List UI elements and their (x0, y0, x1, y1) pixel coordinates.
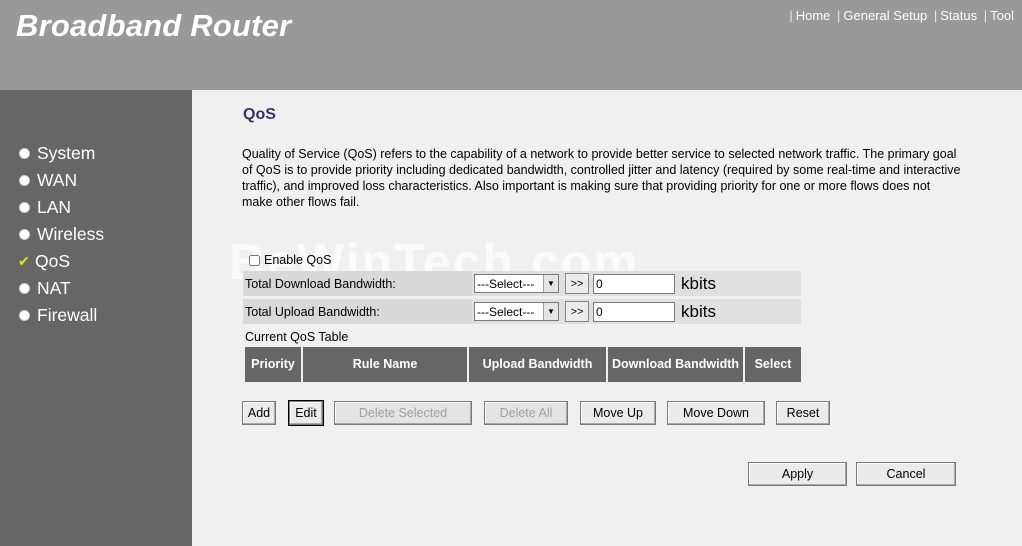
sidebar: System WAN LAN Wireless ✔ QoS NAT Firewa… (0, 90, 192, 546)
brand-title: Broadband Router (16, 8, 292, 43)
bullet-icon (19, 202, 30, 213)
download-bandwidth-select[interactable]: ---Select--- ▼ (474, 274, 559, 293)
apply-button[interactable]: Apply (748, 462, 847, 486)
column-header-download-bandwidth: Download Bandwidth (608, 347, 743, 382)
sidebar-item-label: System (37, 143, 96, 163)
sidebar-item-lan[interactable]: LAN (0, 194, 192, 221)
page-description: Quality of Service (QoS) refers to the c… (242, 147, 961, 209)
download-bandwidth-input[interactable] (593, 273, 675, 294)
sidebar-item-label: WAN (37, 170, 78, 190)
move-up-button[interactable]: Move Up (580, 401, 656, 425)
bullet-icon (19, 310, 30, 321)
cancel-button[interactable]: Cancel (856, 462, 956, 486)
sidebar-item-wireless[interactable]: Wireless (0, 221, 192, 248)
delete-selected-button[interactable]: Delete Selected (334, 401, 472, 425)
bullet-icon (19, 148, 30, 159)
sidebar-item-qos[interactable]: ✔ QoS (0, 248, 192, 275)
upload-bandwidth-input[interactable] (593, 301, 675, 322)
sidebar-item-system[interactable]: System (0, 140, 192, 167)
upload-bandwidth-select[interactable]: ---Select--- ▼ (474, 302, 559, 321)
sidebar-item-label: Wireless (37, 224, 105, 244)
main-content: QoS Quality of Service (QoS) refers to t… (192, 90, 1022, 546)
nav-tool-link[interactable]: Tool (990, 8, 1014, 23)
edit-button[interactable]: Edit (288, 400, 324, 426)
upload-bandwidth-label: Total Upload Bandwidth: (245, 304, 380, 319)
column-header-rule-name: Rule Name (303, 347, 467, 382)
sidebar-item-firewall[interactable]: Firewall (0, 302, 192, 329)
top-nav: | Home | General Setup | Status | Tool (789, 8, 1014, 23)
sidebar-item-wan[interactable]: WAN (0, 167, 192, 194)
enable-qos-checkbox[interactable] (249, 254, 260, 266)
reset-button[interactable]: Reset (776, 401, 830, 425)
column-header-select: Select (745, 347, 801, 382)
add-button[interactable]: Add (242, 401, 276, 425)
upload-bandwidth-row: Total Upload Bandwidth: ---Select--- ▼ >… (243, 299, 801, 324)
sidebar-item-label: QoS (35, 251, 71, 271)
column-header-priority: Priority (245, 347, 301, 382)
upload-apply-arrow-button[interactable]: >> (565, 301, 589, 322)
move-down-button[interactable]: Move Down (667, 401, 765, 425)
sidebar-item-label: NAT (37, 278, 71, 298)
chevron-down-icon: ▼ (543, 275, 558, 292)
nav-home-link[interactable]: Home (796, 8, 831, 23)
sidebar-item-label: LAN (37, 197, 72, 217)
qos-table: Priority Rule Name Upload Bandwidth Down… (243, 347, 803, 382)
enable-qos-label: Enable QoS (264, 253, 332, 267)
download-apply-arrow-button[interactable]: >> (565, 273, 589, 294)
chevron-down-icon: ▼ (543, 303, 558, 320)
download-bandwidth-row: Total Download Bandwidth: ---Select--- ▼… (243, 271, 801, 296)
bullet-icon (19, 229, 30, 240)
download-unit-label: kbits (681, 273, 716, 293)
enable-qos-row: Enable QoS (249, 253, 331, 267)
download-bandwidth-label: Total Download Bandwidth: (245, 276, 396, 291)
sidebar-item-label: Firewall (37, 305, 98, 325)
nav-general-setup-link[interactable]: General Setup (843, 8, 927, 23)
checkmark-icon: ✔ (18, 253, 30, 269)
header-bar: Broadband Router | Home | General Setup | S… (0, 0, 1022, 90)
bullet-icon (19, 283, 30, 294)
qos-table-caption: Current QoS Table (245, 330, 349, 344)
bullet-icon (19, 175, 30, 186)
upload-unit-label: kbits (681, 301, 716, 321)
nav-status-link[interactable]: Status (940, 8, 977, 23)
table-header-row: Priority Rule Name Upload Bandwidth Down… (245, 347, 801, 382)
column-header-upload-bandwidth: Upload Bandwidth (469, 347, 606, 382)
sidebar-item-nat[interactable]: NAT (0, 275, 192, 302)
delete-all-button[interactable]: Delete All (484, 401, 568, 425)
page-title: QoS (243, 106, 276, 123)
